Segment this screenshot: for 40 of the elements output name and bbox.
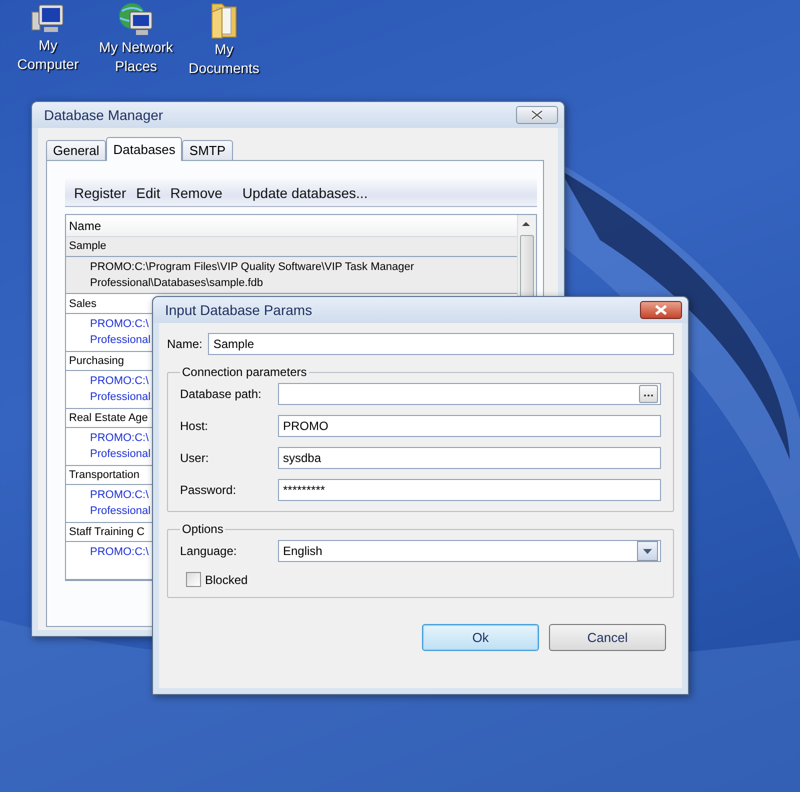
checkbox-label[interactable]: Blocked	[205, 572, 248, 586]
window-title: Database Manager	[44, 107, 164, 123]
name-field[interactable]: Sample	[208, 333, 674, 355]
dialog-button[interactable]: Ok	[422, 624, 539, 651]
browse-button[interactable]	[639, 385, 658, 403]
input-field[interactable]	[278, 383, 661, 405]
scrollbar-thumb[interactable]	[520, 235, 534, 297]
tab[interactable]: Databases	[106, 137, 182, 161]
close-button[interactable]	[640, 301, 682, 319]
input-field[interactable]: PROMO	[278, 415, 661, 437]
desktop-icon-label[interactable]: My Documents	[188, 40, 260, 78]
dialog-title: Input Database Params	[165, 302, 312, 318]
input-field[interactable]: sysdba	[278, 447, 661, 469]
input-field[interactable]: *********	[278, 479, 661, 501]
dropdown-arrow-icon	[643, 548, 652, 554]
dialog-button[interactable]: Cancel	[549, 624, 666, 651]
field-label: Host:	[180, 419, 210, 433]
field-label: Language:	[180, 544, 238, 558]
tab[interactable]: General	[46, 140, 106, 161]
toolbar-button[interactable]: Update databases...	[237, 184, 373, 200]
ellipsis-icon	[644, 394, 653, 397]
group-title: Options	[181, 522, 224, 536]
toolbar-button[interactable]: Edit	[131, 184, 166, 200]
field-label: Name:	[167, 337, 202, 351]
close-icon	[655, 305, 667, 315]
close-button[interactable]	[516, 106, 558, 124]
language-dropdown[interactable]: English	[278, 540, 661, 562]
tab[interactable]: SMTP	[182, 140, 233, 161]
checkbox[interactable]	[186, 572, 201, 587]
close-icon	[531, 110, 543, 120]
database-name[interactable]: Sample	[66, 237, 517, 257]
desktop-icon-label[interactable]: My Computer	[17, 36, 79, 74]
desktop-icon-label[interactable]: My Network Places	[99, 38, 173, 76]
field-label: Password:	[180, 483, 238, 497]
database-path[interactable]: PROMO:C:\Program Files\VIP Quality Software\VIP Task Manager Professional\Databases\sample.fdb	[66, 256, 517, 294]
toolbar-button[interactable]: Register	[69, 184, 132, 200]
field-label: User:	[180, 451, 210, 465]
group-title: Connection parameters	[181, 365, 308, 379]
field-label: Database path:	[180, 387, 262, 401]
toolbar-button[interactable]: Remove	[165, 184, 228, 200]
